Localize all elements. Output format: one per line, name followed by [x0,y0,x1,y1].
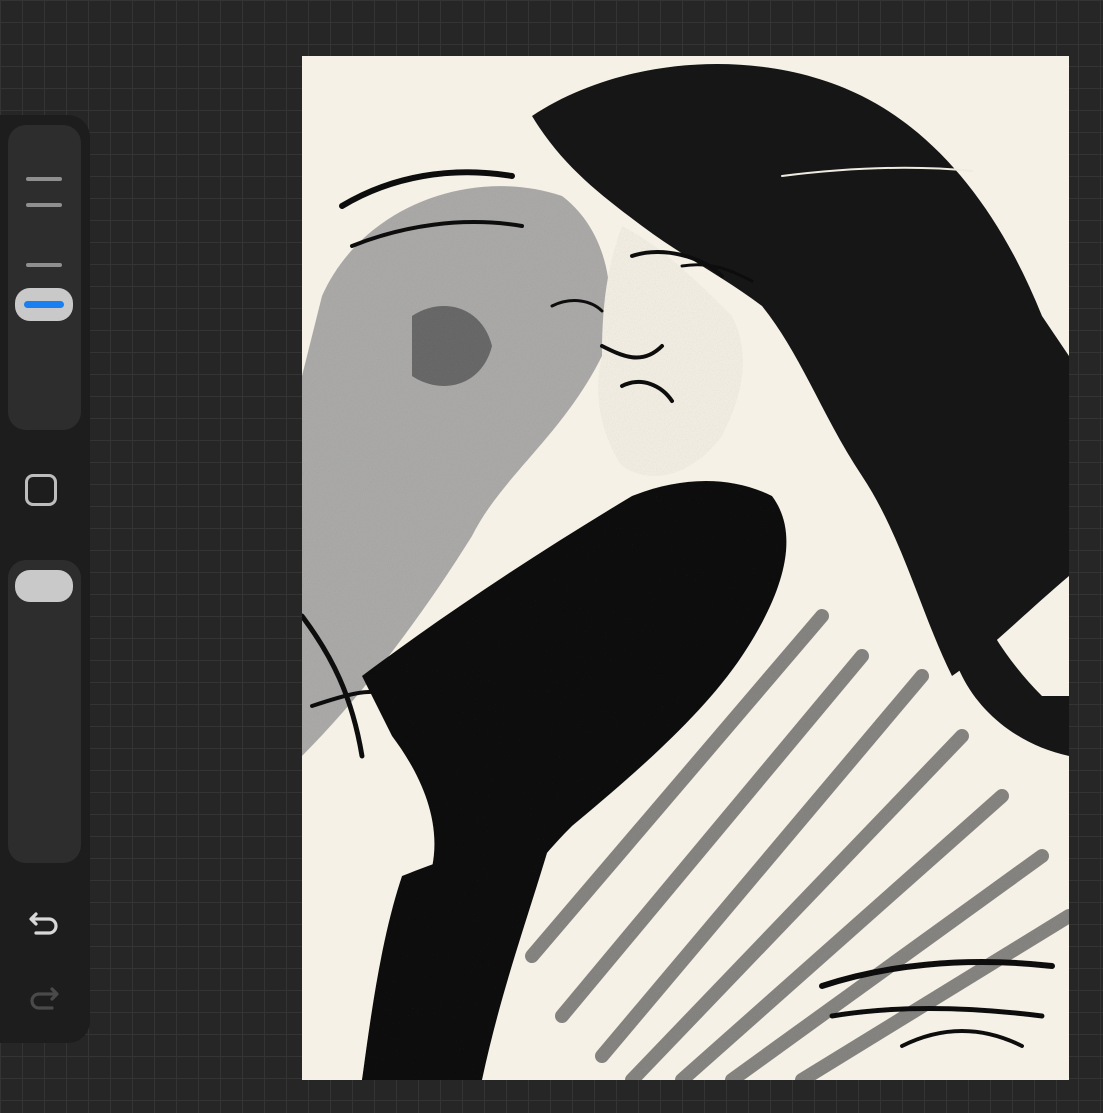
redo-button[interactable] [22,975,66,1019]
sidebar [0,115,90,1043]
brush-size-indicator [24,301,64,308]
undo-arrow-icon [29,912,58,935]
artwork [302,63,1069,1080]
brush-size-slider[interactable] [8,125,81,430]
size-tick [26,203,62,207]
size-tick [26,177,62,181]
size-tick [26,263,62,267]
opacity-slider[interactable] [8,560,81,863]
drawing-canvas[interactable] [302,56,1069,1080]
brush-size-thumb[interactable] [15,288,73,321]
redo-arrow-icon [30,987,59,1010]
undo-button[interactable] [22,900,66,944]
opacity-thumb[interactable] [15,570,73,602]
modify-button[interactable] [25,474,57,506]
